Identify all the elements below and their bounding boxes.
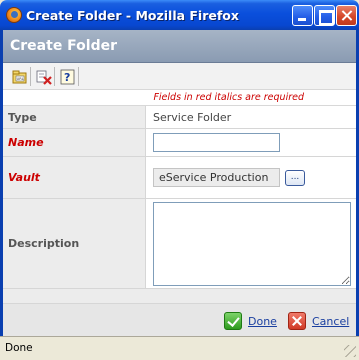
svg-text:?: ? bbox=[64, 71, 70, 84]
page-title: Create Folder bbox=[3, 30, 356, 63]
svg-text:URL: URL bbox=[17, 77, 24, 81]
cancel-button[interactable]: Cancel bbox=[288, 312, 349, 330]
firefox-icon bbox=[6, 7, 22, 23]
name-input[interactable] bbox=[153, 133, 280, 152]
close-icon bbox=[288, 312, 306, 330]
status-text: Done bbox=[5, 342, 33, 354]
description-textarea[interactable] bbox=[153, 202, 351, 286]
close-window-button[interactable] bbox=[336, 5, 357, 26]
done-button[interactable]: Done bbox=[224, 312, 277, 330]
window-title: Create Folder - Mozilla Firefox bbox=[26, 8, 239, 23]
clear-fields-icon[interactable] bbox=[36, 69, 52, 85]
resize-grip-icon[interactable] bbox=[344, 345, 356, 357]
toolbar-separator bbox=[78, 67, 79, 86]
vault-cell: eService Production ... bbox=[147, 157, 356, 198]
minimize-button[interactable] bbox=[292, 5, 313, 26]
name-row: Name bbox=[3, 129, 356, 157]
description-row: Description bbox=[3, 199, 356, 289]
type-label: Type bbox=[3, 106, 146, 128]
toolbar-separator bbox=[54, 67, 55, 86]
vault-row: Vault eService Production ... bbox=[3, 157, 356, 199]
vault-label: Vault bbox=[3, 157, 146, 198]
vault-field: eService Production bbox=[153, 168, 280, 187]
type-value: Service Folder bbox=[147, 106, 356, 128]
required-fields-note: Fields in red italics are required bbox=[3, 90, 356, 106]
type-row: Type Service Folder bbox=[3, 106, 356, 129]
help-icon[interactable]: ? bbox=[60, 69, 76, 85]
name-cell bbox=[147, 129, 356, 156]
toolbar: URL ? bbox=[3, 63, 356, 90]
description-label: Description bbox=[3, 199, 146, 288]
maximize-button[interactable] bbox=[314, 5, 335, 26]
window-titlebar: Create Folder - Mozilla Firefox bbox=[0, 0, 359, 30]
name-label: Name bbox=[3, 129, 146, 156]
done-label: Done bbox=[248, 314, 277, 328]
status-bar: Done bbox=[0, 336, 359, 360]
form-spacer bbox=[3, 289, 356, 304]
dialog-footer: Done Cancel bbox=[3, 304, 356, 336]
checkmark-icon bbox=[224, 312, 242, 330]
toolbar-separator bbox=[30, 67, 31, 86]
vault-browse-button[interactable]: ... bbox=[285, 169, 305, 186]
cancel-label: Cancel bbox=[312, 314, 350, 328]
new-folder-icon[interactable]: URL bbox=[12, 69, 28, 85]
